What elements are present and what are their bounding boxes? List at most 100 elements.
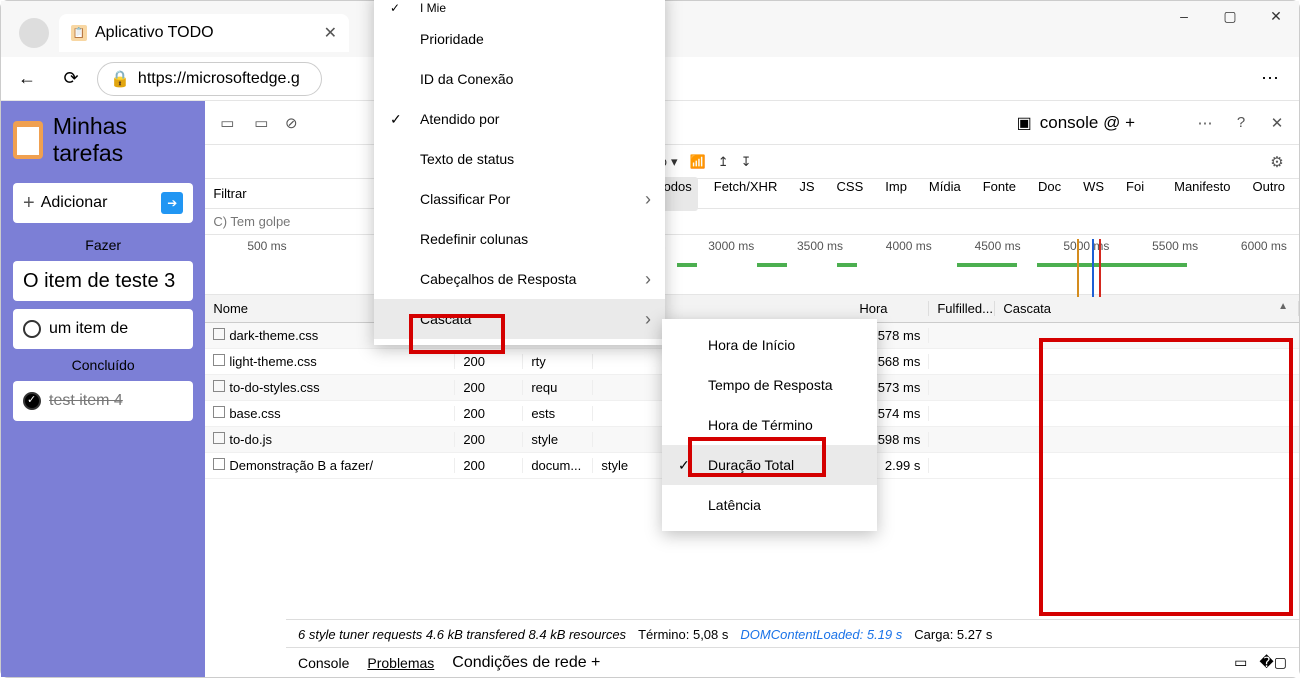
- device-icon[interactable]: ▭: [247, 109, 275, 137]
- timeline-overview[interactable]: 500 ms 2500 ms 3000 ms 3500 ms 4000 ms 4…: [205, 235, 1299, 295]
- task-text: O item de teste 3: [23, 270, 175, 293]
- minimize-button[interactable]: –: [1161, 1, 1207, 31]
- inspect-icon[interactable]: ▭: [213, 109, 241, 137]
- tick: 500 ms: [247, 239, 286, 253]
- tick: 4000 ms: [886, 239, 932, 253]
- back-button[interactable]: ←: [9, 61, 45, 97]
- file-icon: [213, 458, 225, 470]
- col-fulfilled[interactable]: Fulfilled...: [929, 301, 995, 316]
- task-item[interactable]: O item de teste 3: [13, 261, 193, 301]
- drawer-tab-console[interactable]: Console: [298, 655, 349, 671]
- clipboard-icon: [13, 121, 43, 159]
- tick: 6000 ms: [1241, 239, 1287, 253]
- termino-text: Término: 5,08 s: [638, 627, 728, 642]
- filter-label: Filtrar: [213, 186, 246, 201]
- wifi-icon[interactable]: 📶: [690, 154, 706, 170]
- status-bar: 6 style tuner requests 4.6 kB transfered…: [286, 619, 1299, 649]
- task-item[interactable]: um item de: [13, 309, 193, 349]
- file-icon: [213, 354, 225, 366]
- tick: 5500 ms: [1152, 239, 1198, 253]
- close-tab-icon[interactable]: ✕: [324, 23, 337, 43]
- filter-pill[interactable]: WS: [1077, 177, 1110, 211]
- tick: 3500 ms: [797, 239, 843, 253]
- more-icon[interactable]: ⋯: [1191, 109, 1219, 137]
- no-sign-icon[interactable]: ⊘: [277, 109, 305, 137]
- maximize-button[interactable]: ▢: [1207, 1, 1253, 31]
- close-devtools-icon[interactable]: ✕: [1263, 109, 1291, 137]
- summary-text: 6 style tuner requests 4.6 kB transfered…: [298, 627, 626, 642]
- url-field[interactable]: 🔒 https://microsoftedge.g: [97, 62, 322, 96]
- col-hora[interactable]: Hora: [851, 301, 929, 316]
- section-done-label: Concluído: [13, 357, 193, 373]
- sort-arrow-icon: ▲: [1278, 301, 1288, 312]
- filter-pill[interactable]: Mídia: [923, 177, 967, 211]
- download-icon[interactable]: ↧: [741, 154, 752, 170]
- page-icon: 📋: [71, 25, 87, 41]
- tick: 4500 ms: [975, 239, 1021, 253]
- task-item-done[interactable]: test item 4: [13, 381, 193, 421]
- expand-icon[interactable]: �▢: [1259, 654, 1287, 671]
- filter-pill[interactable]: Imp: [879, 177, 913, 211]
- section-todo-label: Fazer: [13, 237, 193, 253]
- filter-pill[interactable]: Foi: [1120, 177, 1150, 211]
- filter-pill[interactable]: Fetch/XHR: [708, 177, 784, 211]
- menu-item[interactable]: Latência: [662, 485, 877, 525]
- menu-item[interactable]: Tempo de Resposta: [662, 365, 877, 405]
- add-label: Adicionar: [41, 194, 108, 212]
- tab-title: Aplicativo TODO: [95, 24, 214, 42]
- filter-pill[interactable]: Manifesto: [1168, 177, 1236, 211]
- tick: 3000 ms: [708, 239, 754, 253]
- menu-item[interactable]: Cascata: [374, 299, 665, 339]
- file-icon: [213, 432, 225, 444]
- menu-item[interactable]: Redefinir colunas: [374, 219, 665, 259]
- cascata-submenu: Hora de InícioTempo de RespostaHora de T…: [662, 319, 877, 531]
- browser-tab[interactable]: 📋 Aplicativo TODO ✕: [59, 14, 349, 52]
- submit-arrow-icon[interactable]: ➔: [161, 192, 183, 214]
- muted-filter: C) Tem golpe: [213, 214, 290, 229]
- menu-item[interactable]: Hora de Término: [662, 405, 877, 445]
- menu-item[interactable]: Classificar Por: [374, 179, 665, 219]
- tick: 5000 ms: [1063, 239, 1109, 253]
- filter-pill[interactable]: Fonte: [977, 177, 1022, 211]
- filter-pill[interactable]: CSS: [831, 177, 870, 211]
- menu-item[interactable]: Hora de Início: [662, 325, 877, 365]
- menu-item[interactable]: Atendido por: [374, 99, 665, 139]
- carga-text: Carga: 5.27 s: [914, 627, 992, 642]
- lock-icon: 🔒: [110, 69, 130, 89]
- menu-item[interactable]: Duração Total: [662, 445, 877, 485]
- settings-gear-icon[interactable]: ⚙: [1263, 148, 1291, 176]
- todo-app: Minhas tarefas + Adicionar ➔ Fazer O ite…: [1, 101, 205, 677]
- dock-icon[interactable]: ▭: [1234, 654, 1247, 671]
- menu-item[interactable]: Prioridade: [374, 19, 665, 59]
- filter-pill[interactable]: Outro: [1246, 177, 1291, 211]
- drawer-tab-problemas[interactable]: Problemas: [367, 655, 434, 671]
- task-text: test item 4: [49, 392, 123, 410]
- menu-item[interactable]: Texto de status: [374, 139, 665, 179]
- upload-icon[interactable]: ↥: [718, 154, 729, 170]
- console-drawer-label[interactable]: console @ +: [1040, 113, 1135, 133]
- drawer-tab-condicoes[interactable]: Condições de rede +: [452, 654, 600, 672]
- url-text: https://microsoftedge.g: [138, 70, 300, 88]
- menu-item[interactable]: Cabeçalhos de Resposta: [374, 259, 665, 299]
- browser-menu-button[interactable]: ⋯: [1261, 68, 1279, 89]
- header-context-menu: I MiePrioridadeID da ConexãoAtendido por…: [374, 0, 665, 345]
- menu-item[interactable]: ID da Conexão: [374, 59, 665, 99]
- close-window-button[interactable]: ✕: [1253, 1, 1299, 31]
- checkbox-checked-icon[interactable]: [23, 392, 41, 410]
- profile-avatar[interactable]: [19, 18, 49, 48]
- checkbox-icon[interactable]: [23, 320, 41, 338]
- refresh-button[interactable]: ⟳: [53, 61, 89, 97]
- console-icon: ▣: [1017, 113, 1032, 133]
- filter-pill[interactable]: JS: [793, 177, 820, 211]
- plus-icon: +: [23, 192, 35, 215]
- file-icon: [213, 380, 225, 392]
- task-text: um item de: [49, 320, 128, 338]
- add-task-button[interactable]: + Adicionar ➔: [13, 183, 193, 223]
- col-cascata[interactable]: Cascata ▲: [995, 301, 1299, 316]
- help-icon[interactable]: ?: [1227, 109, 1255, 137]
- filter-pill[interactable]: Doc: [1032, 177, 1067, 211]
- filter-pills: URLs iota Todos Fetch/XHR JS CSS Imp Míd…: [597, 177, 1291, 211]
- file-icon: [213, 406, 225, 418]
- drawer-tabs: Console Problemas Condições de rede + ▭ …: [286, 647, 1299, 677]
- menu-item[interactable]: I Mie: [374, 0, 665, 19]
